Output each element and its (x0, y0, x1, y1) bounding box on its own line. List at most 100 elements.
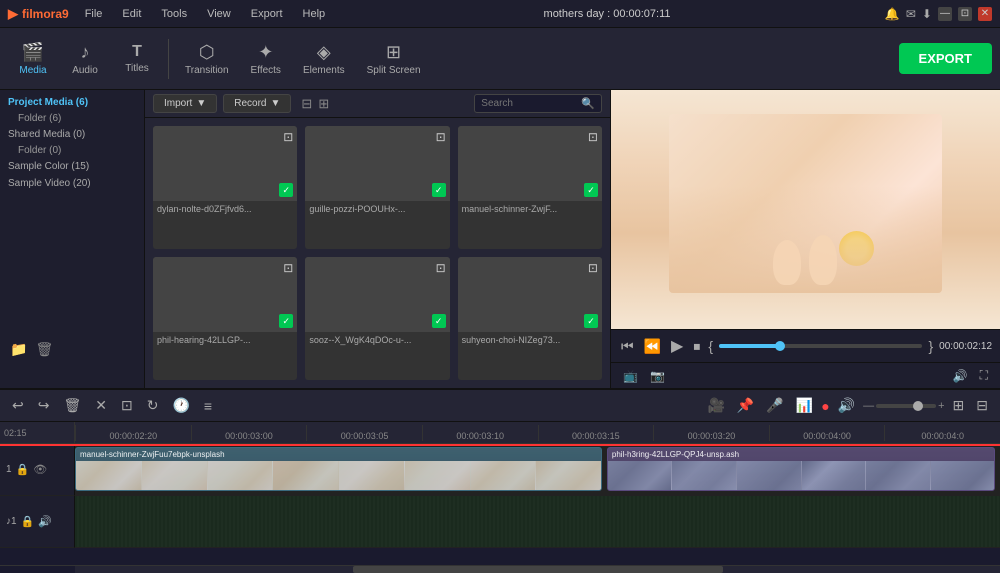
panel-shared-media[interactable]: Shared Media (0) (0, 126, 144, 143)
speed-button[interactable]: ↻ (143, 395, 163, 416)
audio-track-label: ♪1 🔒 🔊 (0, 496, 75, 548)
record-button[interactable]: Record ▼ (223, 94, 291, 113)
clip-label-1: manuel-schinner-ZwjFuu7ebpk-unsplash (76, 448, 601, 461)
preview-panel: ⏮ ⏪ ▶ ⏹ { } 00:00:02:12 📺 📷 🔊 ⛶ (610, 90, 1000, 388)
main-toolbar: 🎬 Media ♪ Audio T Titles ⬡ Transition ✦ … (0, 28, 1000, 90)
toolbar-item-elements[interactable]: ◈ Elements (293, 38, 355, 80)
toolbar-label-transition: Transition (185, 65, 229, 76)
filter-icon[interactable]: ⊟ (301, 96, 312, 112)
media-item-4[interactable]: ⊡ ✓ sooz--X_WgK4qDOc-u-... (305, 257, 449, 380)
preview-snapshot-button[interactable]: 📷 (646, 367, 669, 385)
maximize-button[interactable]: ⊡ (958, 7, 972, 21)
thumb-check-1: ✓ (432, 183, 446, 197)
lock-icon[interactable]: 🔒 (16, 463, 30, 476)
mail-icon[interactable]: ✉ (906, 7, 916, 21)
media-item-0[interactable]: ⊡ ✓ dylan-nolte-d0ZFjfvd6... (153, 126, 297, 249)
video-clip-1[interactable]: manuel-schinner-ZwjFuu7ebpk-unsplash (75, 447, 602, 491)
media-item-1[interactable]: ⊡ ✓ guille-pozzi-POOUHx-... (305, 126, 449, 249)
audio-lock-icon[interactable]: 🔒 (21, 515, 35, 528)
search-input[interactable] (481, 98, 581, 109)
tl-grid-button[interactable]: ⊞ (949, 395, 969, 416)
main-area: Project Media (6) Folder (6) Shared Medi… (0, 90, 1000, 388)
menu-view[interactable]: View (203, 6, 235, 22)
stop-button[interactable]: ⏹ (691, 336, 702, 357)
thumb-type-icon-5: ⊡ (588, 261, 598, 275)
toolbar-item-titles[interactable]: T Titles (112, 39, 162, 78)
menu-edit[interactable]: Edit (118, 6, 145, 22)
undo-button[interactable]: ↩ (8, 395, 28, 416)
tl-split-button[interactable]: ⊟ (972, 395, 992, 416)
cut-button[interactable]: ✕ (91, 395, 111, 416)
media-item-3[interactable]: ⊡ ✓ phil-hearing-42LLGP-... (153, 257, 297, 380)
redo-button[interactable]: ↪ (34, 395, 54, 416)
timeline-ruler: 02:15 00:00:02:20 00:00:03:00 00:00:03:0… (0, 422, 1000, 444)
preview-content (611, 90, 1000, 329)
effects-icon: ✦ (258, 42, 273, 63)
menu-export[interactable]: Export (247, 6, 287, 22)
audio-speaker-icon[interactable]: 🔊 (38, 515, 52, 528)
play-button[interactable]: ▶ (669, 334, 685, 358)
timeline-toolbar: ↩ ↪ 🗑 ✕ ⊡ ↻ 🕐 ≡ 🎥 📌 🎤 📊 ● 🔊 — + ⊞ ⊟ (0, 390, 1000, 422)
view-toggle-icon[interactable]: ⊞ (318, 96, 329, 112)
red-bar (0, 444, 1000, 446)
timer-button[interactable]: 🕐 (168, 395, 193, 416)
preview-fullscreen-button[interactable]: ⛶ (976, 366, 992, 385)
export-button[interactable]: EXPORT (899, 43, 992, 74)
media-item-5[interactable]: ⊡ ✓ suhyeon-choi-NIZeg73... (458, 257, 602, 380)
media-item-2[interactable]: ⊡ ✓ manuel-schinner-ZwjF... (458, 126, 602, 249)
crop-button[interactable]: ⊡ (117, 395, 137, 416)
delete-folder-icon[interactable]: 🗑 (35, 341, 53, 358)
menu-button[interactable]: ≡ (200, 396, 216, 416)
toolbar-item-effects[interactable]: ✦ Effects (241, 38, 291, 80)
menu-help[interactable]: Help (299, 6, 330, 22)
audio-track-content[interactable] (75, 496, 1000, 548)
minimize-button[interactable]: — (938, 7, 952, 21)
ruler-mark-3: 00:00:03:10 (422, 425, 538, 441)
toolbar-item-audio[interactable]: ♪ Audio (60, 38, 110, 80)
thumb-name-4: sooz--X_WgK4qDOc-u-... (305, 332, 449, 348)
search-icon: 🔍 (581, 97, 595, 110)
thumb-name-5: suhyeon-choi-NIZeg73... (458, 332, 602, 348)
toolbar-item-media[interactable]: 🎬 Media (8, 38, 58, 80)
video-track-content[interactable]: manuel-schinner-ZwjFuu7ebpk-unsplash (75, 444, 1000, 496)
import-button[interactable]: Import ▼ (153, 94, 217, 113)
menu-tools[interactable]: Tools (157, 6, 191, 22)
app-logo: ▶ filmora9 (8, 6, 69, 22)
skip-back-button[interactable]: ⏮ (619, 336, 636, 357)
delete-button[interactable]: 🗑 (59, 395, 85, 416)
panel-folder-6[interactable]: Folder (6) (0, 111, 144, 126)
close-button[interactable]: ✕ (978, 7, 992, 21)
tl-volume-button[interactable]: 🔊 (834, 395, 859, 416)
preview-screen-button[interactable]: 📺 (619, 367, 642, 385)
download-icon[interactable]: ⬇ (922, 7, 932, 21)
panel-sample-video[interactable]: Sample Video (20) (0, 175, 144, 192)
media-area-toolbar: Import ▼ Record ▼ ⊟ ⊞ 🔍 (145, 90, 610, 118)
clip-label-2: phil-h3ring-42LLGP-QPJ4-unsp.ash (608, 448, 995, 461)
tl-chart-button[interactable]: 📊 (792, 395, 817, 416)
thumb-name-1: guille-pozzi-POOUHx-... (305, 201, 449, 217)
track-number: 1 (6, 464, 12, 475)
record-dropdown-icon: ▼ (271, 98, 281, 109)
preview-volume-button[interactable]: 🔊 (949, 367, 972, 385)
panel-project-media[interactable]: Project Media (6) (0, 94, 144, 111)
panel-folder-0[interactable]: Folder (0) (0, 143, 144, 158)
menu-file[interactable]: File (81, 6, 107, 22)
clip-frames-1 (76, 461, 601, 491)
new-folder-icon[interactable]: 📁 (10, 341, 27, 358)
notification-icon[interactable]: 🔔 (885, 7, 900, 21)
panel-sample-color[interactable]: Sample Color (15) (0, 158, 144, 175)
tl-mic-button[interactable]: 🎤 (762, 395, 787, 416)
video-clip-2[interactable]: phil-h3ring-42LLGP-QPJ4-unsp.ash (607, 447, 996, 491)
tl-camera-button[interactable]: 🎥 (703, 395, 728, 416)
rewind-button[interactable]: ⏪ (642, 336, 663, 357)
window-controls: 🔔 ✉ ⬇ — ⊡ ✕ (885, 7, 992, 21)
progress-thumb (775, 341, 785, 351)
timeline: ↩ ↪ 🗑 ✕ ⊡ ↻ 🕐 ≡ 🎥 📌 🎤 📊 ● 🔊 — + ⊞ ⊟ (0, 388, 1000, 573)
eye-icon[interactable]: 👁 (33, 463, 47, 476)
splitscreen-icon: ⊞ (386, 42, 401, 63)
toolbar-item-splitscreen[interactable]: ⊞ Split Screen (357, 38, 431, 80)
tl-pin-button[interactable]: 📌 (733, 395, 758, 416)
progress-bar[interactable] (719, 344, 922, 348)
bracket-end: } (928, 338, 933, 354)
toolbar-item-transition[interactable]: ⬡ Transition (175, 38, 239, 80)
